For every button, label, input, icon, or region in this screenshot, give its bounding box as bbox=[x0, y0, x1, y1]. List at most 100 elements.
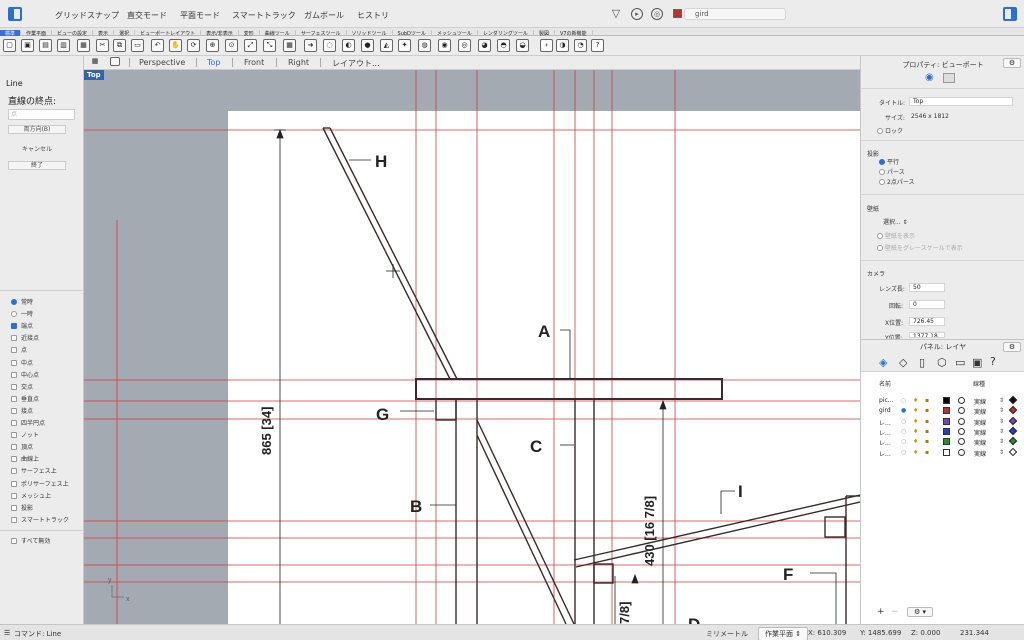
help-icon[interactable]: ? bbox=[990, 355, 996, 368]
checkbox[interactable] bbox=[11, 383, 17, 390]
render-icon[interactable]: ◉ bbox=[438, 39, 451, 52]
file-icon[interactable]: ▭ bbox=[955, 356, 965, 369]
osnap-17[interactable]: 投影 bbox=[11, 503, 33, 512]
wireframe-icon[interactable]: ◌ bbox=[323, 39, 336, 52]
panel-toggle-icon[interactable] bbox=[1003, 7, 1017, 21]
block-icon[interactable]: ⬡ bbox=[937, 356, 947, 369]
filter-icon[interactable]: ▽ bbox=[610, 8, 622, 20]
osnap-13[interactable]: 曲線上 bbox=[11, 454, 39, 463]
current-layer-icon[interactable]: ● bbox=[901, 407, 907, 414]
print-width-icon[interactable]: ⇕ bbox=[999, 407, 1005, 414]
color-icon[interactable]: ◎ bbox=[458, 39, 471, 52]
light-bulb-icon[interactable]: ♦ bbox=[913, 449, 919, 456]
record-history-icon[interactable]: ▸ bbox=[631, 8, 643, 20]
osnap-11[interactable]: ノット bbox=[11, 430, 39, 439]
osnap-4[interactable]: 点 bbox=[11, 345, 27, 354]
lock-icon[interactable]: ▪ bbox=[925, 407, 931, 414]
lock-icon[interactable]: ▪ bbox=[925, 428, 931, 435]
tab-right[interactable]: Right bbox=[288, 58, 309, 67]
sidebar-toggle-icon[interactable] bbox=[8, 7, 22, 21]
camera-icon[interactable]: ◉ bbox=[925, 72, 934, 83]
current-layer-icon[interactable]: ○ bbox=[901, 428, 907, 435]
layer-name[interactable]: レ... bbox=[879, 438, 891, 447]
command-input[interactable]: 点 bbox=[8, 109, 75, 120]
checkbox[interactable] bbox=[11, 468, 17, 475]
layer-linetype[interactable]: 実線 bbox=[974, 438, 986, 447]
lock-checkbox[interactable]: ロック bbox=[877, 126, 903, 135]
layer-row[interactable]: レ... ○ ♦ ▪ 実線 ⇕ bbox=[861, 426, 1024, 437]
wallpaper-select[interactable]: 選択... ⇕ bbox=[883, 217, 908, 226]
layer-color-swatch[interactable] bbox=[943, 427, 950, 435]
current-layer-color[interactable] bbox=[673, 9, 682, 18]
lock-icon[interactable]: ▪ bbox=[925, 397, 931, 404]
layer-options-gear-icon[interactable]: ⚙ ▾ bbox=[907, 607, 933, 617]
layer-color-swatch[interactable] bbox=[943, 448, 950, 456]
checkbox[interactable] bbox=[11, 335, 17, 342]
checkbox[interactable] bbox=[11, 538, 17, 544]
paste-icon[interactable]: ▭ bbox=[131, 39, 144, 52]
checkbox[interactable] bbox=[11, 407, 17, 414]
cancel-button[interactable]: キャンセル bbox=[8, 146, 66, 155]
osnap-9[interactable]: 接点 bbox=[11, 406, 33, 415]
print-width-icon[interactable]: ⇕ bbox=[999, 428, 1005, 435]
history-toggle[interactable]: ヒストリ bbox=[357, 10, 389, 21]
show-wallpaper-checkbox[interactable]: 壁紙を表示 bbox=[877, 231, 915, 240]
layer-name[interactable]: pic... bbox=[879, 397, 894, 404]
both-sides-button[interactable]: 両方向(B) bbox=[8, 125, 66, 134]
radio-button[interactable] bbox=[11, 311, 17, 318]
viewport-label[interactable]: Top bbox=[84, 70, 104, 80]
layer-linetype[interactable]: 実線 bbox=[974, 428, 986, 437]
layer-color-swatch[interactable] bbox=[943, 417, 950, 425]
osnap-7[interactable]: 交点 bbox=[11, 382, 33, 391]
grayscale-wallpaper-checkbox[interactable]: 壁紙をグレースケールで表示 bbox=[877, 243, 963, 252]
ortho-toggle[interactable]: 直交モード bbox=[127, 10, 167, 21]
osnap-8[interactable]: 垂直点 bbox=[11, 394, 39, 403]
print-width-icon[interactable]: ⇕ bbox=[999, 449, 1005, 456]
layer-name[interactable]: レ... bbox=[879, 418, 891, 427]
import-icon[interactable]: ▦ bbox=[77, 39, 90, 52]
checkbox[interactable] bbox=[11, 444, 17, 451]
command-line[interactable]: コマンド: Line bbox=[14, 629, 61, 639]
rotate-view-icon[interactable]: ⟳ bbox=[187, 39, 200, 52]
command-list-icon[interactable]: ☰ bbox=[4, 629, 10, 637]
tab-perspective[interactable]: Perspective bbox=[139, 58, 185, 67]
radio-button[interactable] bbox=[879, 159, 885, 165]
lock-icon[interactable]: ▪ bbox=[925, 449, 931, 456]
current-layer-icon[interactable]: ○ bbox=[901, 418, 907, 425]
print-color-icon[interactable] bbox=[1008, 395, 1018, 405]
osnap-0[interactable]: 常時 bbox=[11, 297, 33, 306]
checkbox[interactable] bbox=[11, 420, 17, 426]
layer-row[interactable]: gird ● ♦ ▪ 実線 ⇕ bbox=[861, 406, 1024, 416]
current-layer-icon[interactable]: ○ bbox=[901, 449, 907, 456]
ground-icon[interactable]: ◓ bbox=[497, 39, 510, 52]
finish-button[interactable]: 終了 bbox=[8, 161, 66, 170]
projection-option-2[interactable]: 2点パース bbox=[879, 177, 915, 186]
undo-icon[interactable]: ↶ bbox=[151, 39, 164, 52]
disable-all-osnap[interactable]: すべて無効 bbox=[11, 536, 50, 545]
checkbox[interactable] bbox=[11, 432, 17, 439]
grid-layout-icon[interactable]: ▦ bbox=[90, 56, 100, 66]
zoom-icon[interactable]: ⊕ bbox=[206, 39, 219, 52]
layer-name[interactable]: レ... bbox=[879, 449, 891, 458]
perspective-icon[interactable]: ◭ bbox=[380, 39, 393, 52]
projection-option-1[interactable]: パース bbox=[879, 167, 905, 176]
rotation-field[interactable]: 0 bbox=[909, 300, 945, 309]
gear-icon[interactable]: ⚙ bbox=[1003, 58, 1021, 68]
tab-front[interactable]: Front bbox=[244, 58, 264, 67]
osnap-12[interactable]: 頂点 bbox=[11, 442, 33, 451]
material-icon[interactable] bbox=[958, 417, 965, 425]
layers-icon[interactable]: ◈ bbox=[879, 356, 887, 369]
top-viewport[interactable]: H A G C B I F D 865 [34] 430 [16 7/8] 7/… bbox=[84, 70, 860, 624]
current-layer-name[interactable]: gird bbox=[684, 8, 786, 20]
document-icon[interactable]: ▯ bbox=[919, 356, 925, 369]
lock-icon[interactable]: ▪ bbox=[925, 418, 931, 425]
light-bulb-icon[interactable]: ♦ bbox=[913, 397, 919, 404]
tab-layout[interactable]: レイアウト... bbox=[332, 58, 380, 69]
layer-linetype[interactable]: 実線 bbox=[974, 449, 986, 458]
layer-linetype[interactable]: 実線 bbox=[974, 418, 986, 427]
grid-snap-toggle[interactable]: グリッドスナップ bbox=[55, 10, 119, 21]
osnap-16[interactable]: メッシュ上 bbox=[11, 491, 51, 500]
light-bulb-icon[interactable]: ♦ bbox=[913, 418, 919, 425]
material-icon[interactable] bbox=[958, 407, 965, 415]
xpos-field[interactable]: 726.45 bbox=[909, 317, 945, 326]
